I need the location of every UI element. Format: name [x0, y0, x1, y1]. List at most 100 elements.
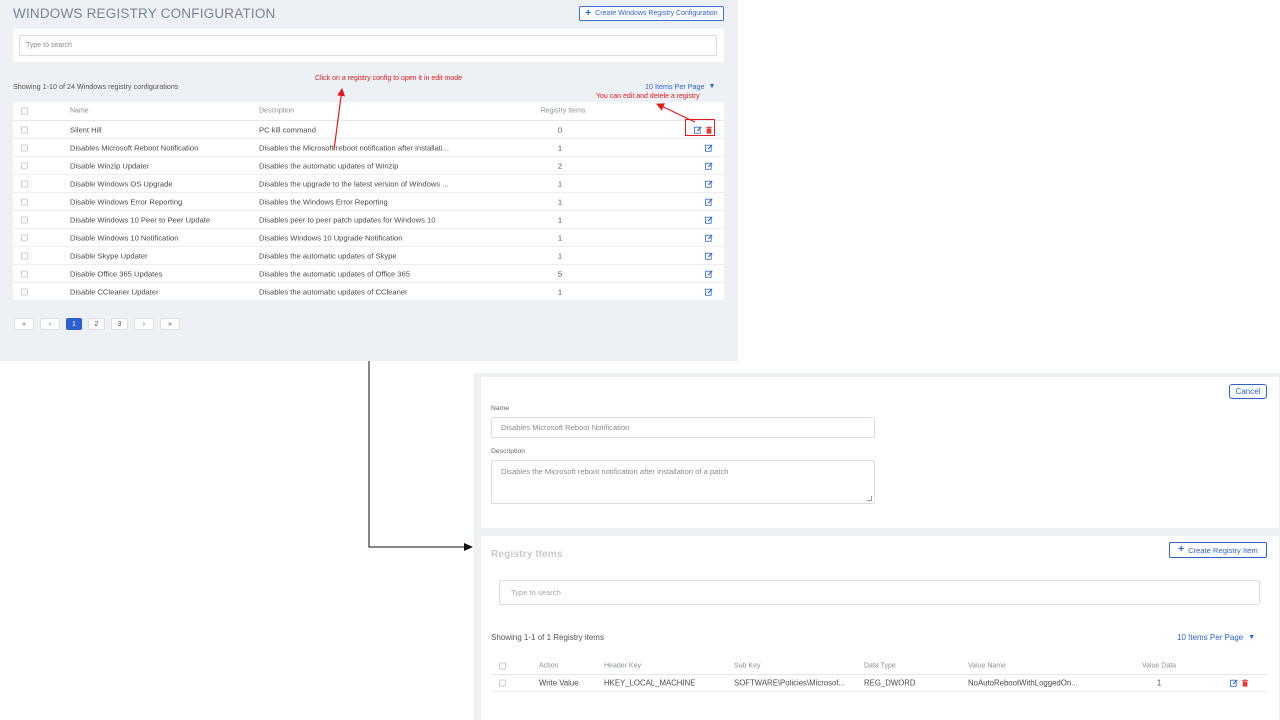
table-row[interactable]: Disable Skype Updater Disables the automa…: [13, 247, 724, 265]
edit-icon[interactable]: [705, 234, 713, 242]
search-input[interactable]: [19, 35, 717, 56]
edit-icon[interactable]: [1230, 679, 1238, 687]
edit-icon[interactable]: [705, 288, 713, 296]
row-name[interactable]: Disable Windows OS Upgrade: [70, 179, 250, 188]
table-row[interactable]: Write Value HKEY_LOCAL_MACHINE SOFTWARE\Po…: [491, 675, 1267, 692]
row-name[interactable]: Disable Windows Error Reporting: [70, 197, 250, 206]
table-row[interactable]: Disable Winzip Updater Disables the autom…: [13, 157, 724, 175]
row-name[interactable]: Disable Winzip Updater: [70, 161, 250, 170]
row-actions: [705, 270, 713, 278]
description-field[interactable]: Disables the Microsoft reboot notificati…: [491, 460, 875, 504]
row-name[interactable]: Disable Skype Updater: [70, 251, 250, 260]
row-registry-items: 1: [557, 197, 563, 206]
column-registry-items[interactable]: Registry Items: [535, 108, 591, 115]
edit-icon[interactable]: [705, 198, 713, 206]
row-name[interactable]: Disable CCleaner Updater: [70, 287, 250, 296]
row-name[interactable]: Disable Windows 10 Notification: [70, 233, 250, 242]
select-all-checkbox[interactable]: [21, 107, 28, 115]
next-page-button[interactable]: ›: [133, 318, 154, 330]
row-actions: [1230, 679, 1249, 687]
row-checkbox[interactable]: [21, 234, 28, 241]
row-header-key: HKEY_LOCAL_MACHINE: [604, 678, 696, 688]
table-row[interactable]: Disable Office 365 Updates Disables the a…: [13, 265, 724, 283]
registry-items-per-page-dropdown[interactable]: 10 Items Per Page ▼: [1177, 633, 1255, 642]
column-description[interactable]: Description: [259, 108, 471, 115]
registry-items-header: Action Header Key Sub Key Data Type Valu…: [491, 658, 1267, 675]
column-action[interactable]: Action: [539, 663, 599, 670]
table-row[interactable]: Disables Microsoft Reboot Notification Di…: [13, 139, 724, 157]
row-registry-items: 2: [557, 161, 563, 170]
trash-icon[interactable]: [1241, 679, 1249, 687]
row-registry-items: 5: [557, 269, 563, 278]
prev-page-button[interactable]: ‹: [40, 318, 60, 330]
registry-items-search-input[interactable]: [499, 580, 1260, 605]
row-value-name: NoAutoRebootWithLoggedOn...: [968, 678, 1078, 688]
row-name[interactable]: Disable Windows 10 Peer to Peer Update: [70, 215, 250, 224]
items-per-page-dropdown[interactable]: 10 Items Per Page ▼: [645, 82, 715, 91]
row-actions: [705, 144, 713, 152]
description-label: Description: [491, 448, 525, 455]
annotation-click-hint: Click on a registry config to open it in…: [315, 75, 463, 82]
first-page-button[interactable]: «: [14, 318, 34, 330]
cancel-button[interactable]: Cancel: [1229, 384, 1267, 399]
resize-handle-icon[interactable]: [867, 496, 872, 501]
row-name[interactable]: Silent Hill: [70, 125, 250, 134]
table-header: Name Description Registry Items: [13, 102, 724, 121]
page-2-button[interactable]: 2: [87, 318, 105, 330]
page-3-button[interactable]: 3: [110, 318, 128, 330]
create-config-button[interactable]: + Create Windows Registry Configuration: [579, 6, 724, 21]
row-checkbox[interactable]: [21, 162, 28, 169]
table-row[interactable]: Disable Windows OS Upgrade Disables the u…: [13, 175, 724, 193]
page-1-button[interactable]: 1: [66, 318, 82, 330]
name-field[interactable]: [491, 417, 875, 438]
select-all-items-checkbox[interactable]: [499, 662, 506, 670]
row-name[interactable]: Disable Office 365 Updates: [70, 269, 250, 278]
config-form-card: Cancel Name Description Disables the Mic…: [481, 377, 1279, 528]
table-row[interactable]: Disable Windows Error Reporting Disables …: [13, 193, 724, 211]
column-value-name[interactable]: Value Name: [968, 663, 1094, 670]
edit-icon[interactable]: [705, 180, 713, 188]
caret-down-icon: ▼: [708, 83, 716, 90]
row-checkbox[interactable]: [21, 180, 28, 187]
registry-items-count: Showing 1-1 of 1 Registry items: [491, 633, 604, 642]
column-value-data[interactable]: Value Data: [1131, 663, 1187, 670]
row-sub-key: SOFTWARE\Policies\Microsof...: [734, 678, 846, 688]
plus-icon: +: [585, 7, 592, 19]
column-name[interactable]: Name: [70, 108, 250, 115]
edit-icon[interactable]: [705, 252, 713, 260]
row-data-type: REG_DWORD: [864, 678, 916, 688]
row-description: Disables the Microsoft reboot notificati…: [259, 143, 449, 152]
row-checkbox[interactable]: [21, 144, 28, 151]
row-checkbox[interactable]: [21, 270, 28, 277]
create-registry-item-button[interactable]: + Create Registry Item: [1169, 542, 1267, 558]
description-text: Disables the Microsoft reboot notificati…: [501, 467, 729, 476]
registry-items-card: Registry Items + Create Registry Item Sh…: [481, 536, 1279, 720]
row-checkbox[interactable]: [21, 252, 28, 259]
edit-icon[interactable]: [705, 144, 713, 152]
row-action: Write Value: [539, 678, 579, 688]
table-row[interactable]: Silent Hill PC kill command 0: [13, 121, 724, 139]
row-description: Disables the Windows Error Reporting: [259, 197, 388, 206]
row-actions: [705, 180, 713, 188]
caret-down-icon: ▼: [1248, 634, 1256, 641]
row-checkbox[interactable]: [499, 679, 506, 687]
row-checkbox[interactable]: [21, 216, 28, 223]
column-sub-key[interactable]: Sub Key: [734, 663, 858, 670]
row-actions: [705, 216, 713, 224]
row-registry-items: 1: [557, 215, 563, 224]
row-checkbox[interactable]: [21, 288, 28, 295]
edit-icon[interactable]: [705, 162, 713, 170]
config-list-panel: WINDOWS REGISTRY CONFIGURATION + Create …: [0, 0, 738, 361]
column-data-type[interactable]: Data Type: [864, 663, 960, 670]
last-page-button[interactable]: »: [159, 318, 180, 330]
row-registry-items: 1: [557, 287, 563, 296]
edit-icon[interactable]: [705, 216, 713, 224]
table-row[interactable]: Disable CCleaner Updater Disables the aut…: [13, 283, 724, 301]
row-checkbox[interactable]: [21, 198, 28, 205]
edit-icon[interactable]: [705, 270, 713, 278]
table-row[interactable]: Disable Windows 10 Notification Disables …: [13, 229, 724, 247]
row-checkbox[interactable]: [21, 126, 28, 133]
row-name[interactable]: Disables Microsoft Reboot Notification: [70, 143, 250, 152]
table-row[interactable]: Disable Windows 10 Peer to Peer Update Di…: [13, 211, 724, 229]
column-header-key[interactable]: Header Key: [604, 663, 724, 670]
